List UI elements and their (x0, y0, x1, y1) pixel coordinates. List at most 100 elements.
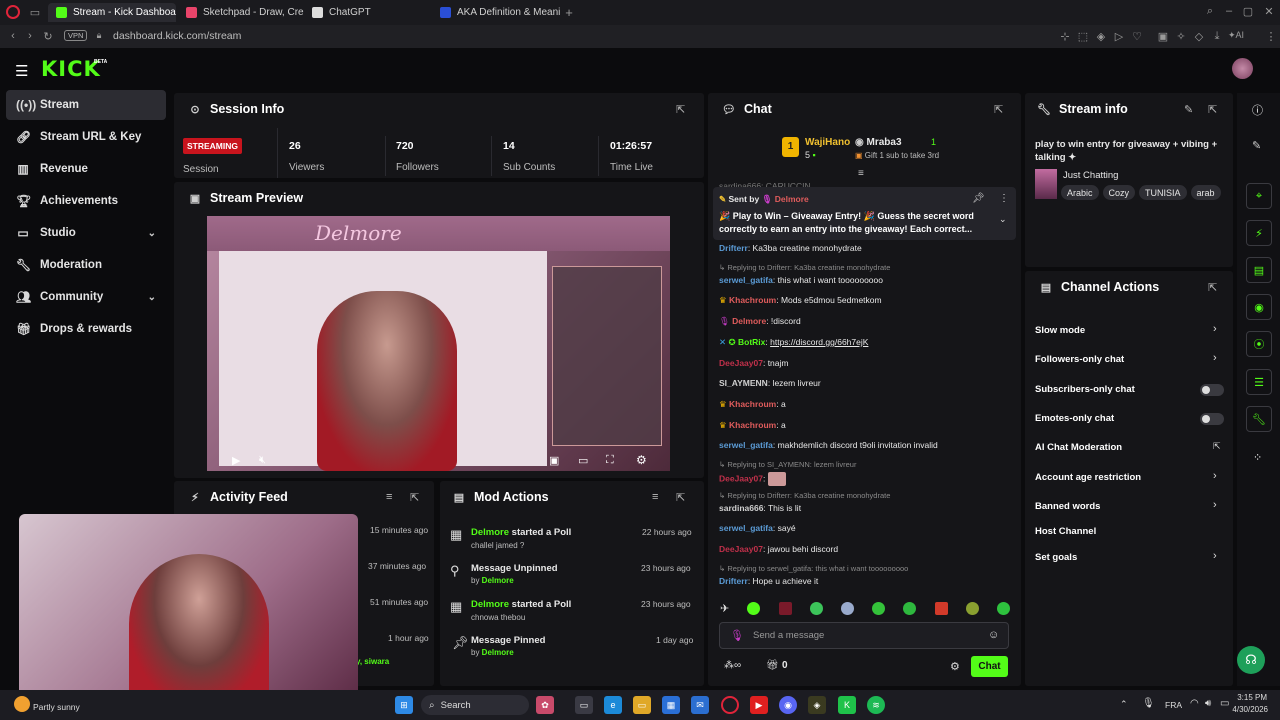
edit-pencil-icon[interactable]: ✎ (1252, 139, 1261, 152)
wrench-icon[interactable]: 🔧︎ (1246, 406, 1272, 432)
host-channel-label[interactable]: Host Channel (1035, 526, 1096, 537)
chat-username[interactable]: Khachroum (729, 399, 776, 409)
stream-category[interactable]: Just Chatting (1063, 170, 1118, 181)
support-headset-icon[interactable]: ☊ (1237, 646, 1265, 674)
emote-icon[interactable] (903, 601, 917, 615)
banned-words-label[interactable]: Banned words (1035, 501, 1100, 512)
sidebar-item-stream[interactable]: ((•)) Stream (6, 90, 166, 120)
play-icon[interactable]: ▶ (232, 454, 240, 467)
emote-icon[interactable] (809, 601, 823, 615)
set-goals-label[interactable]: Set goals (1035, 552, 1077, 563)
tab-chatgpt[interactable]: ChatGPT (304, 3, 432, 22)
emote-icon[interactable] (778, 601, 792, 615)
sidebar-item-studio[interactable]: ▭ Studio ⌄ (6, 218, 166, 248)
tag[interactable]: Cozy (1102, 185, 1136, 200)
hamburger-menu-icon[interactable]: ☰ (15, 62, 28, 80)
clock-date[interactable]: 4/30/2026 (1229, 705, 1268, 714)
chat-username[interactable]: Khachroum (729, 295, 776, 305)
tag[interactable]: arab (1190, 185, 1221, 200)
chat-link[interactable]: https://discord.gg/66h7ejK (770, 337, 868, 347)
chevron-right-icon[interactable]: › (1213, 550, 1217, 562)
chat-settings-gear-icon[interactable]: ⚙ (950, 660, 960, 673)
sidebar-item-community[interactable]: 👥︎ Community ⌄ (6, 282, 166, 312)
tag[interactable]: TUNISIA (1139, 185, 1187, 200)
sidebar-item-drops-rewards[interactable]: 🎁︎ Drops & rewards (6, 314, 166, 344)
collapse-icon[interactable]: ≡ (858, 168, 864, 179)
emote-icon[interactable] (872, 601, 886, 615)
chat-username[interactable]: serwel_gatifa (719, 440, 773, 450)
heart-icon[interactable]: ♡ (1130, 30, 1144, 43)
gifter-name[interactable]: Mraba3 (867, 137, 902, 148)
tray-chevron-icon[interactable]: ⌃ (1120, 699, 1128, 710)
download-icon[interactable]: ⤓ (1210, 30, 1224, 43)
ai-chat-moderation-label[interactable]: AI Chat Moderation (1035, 442, 1122, 453)
game-icon[interactable]: ◈ (808, 696, 826, 714)
chevron-right-icon[interactable]: › (1213, 352, 1217, 364)
menu-dots-icon[interactable]: ⋮ (1264, 30, 1278, 43)
taskbar-search-box[interactable]: ⌕ Search (421, 695, 529, 715)
clock-time[interactable]: 3:15 PM (1237, 693, 1267, 702)
pip-icon[interactable]: ▣ (549, 454, 559, 467)
emoji-icon[interactable]: ☺ (988, 629, 999, 641)
maximize-icon[interactable]: ▢ (1241, 5, 1255, 18)
chat-username[interactable]: Khachroum (729, 420, 776, 430)
kick-logo[interactable]: KICK (41, 57, 101, 81)
mod-user[interactable]: Delmore (471, 599, 509, 610)
mod-user[interactable]: Delmore (471, 527, 509, 538)
popout-icon[interactable]: ⇱ (410, 491, 419, 504)
chat-username[interactable]: sardina666 (719, 503, 763, 513)
tag[interactable]: Arabic (1061, 185, 1099, 200)
weather-label[interactable]: Partly sunny (33, 702, 80, 712)
chat-username[interactable]: DeeJaay07 (719, 544, 763, 554)
weather-sun-icon[interactable] (14, 696, 30, 712)
edit-pencil-icon[interactable]: ✎ (1184, 103, 1193, 116)
play-icon[interactable]: ▷ (1112, 30, 1126, 43)
sidebar-item-stream-url-key[interactable]: 🔗︎ Stream URL & Key (6, 122, 166, 152)
emote-icon[interactable] (965, 601, 979, 615)
server-icon[interactable]: ☰ (1246, 369, 1272, 395)
chat-send-button[interactable]: Chat (971, 656, 1008, 677)
task-view-icon[interactable]: ▭ (575, 696, 593, 714)
stream-video[interactable]: Delmore ▶ 🔇︎ ▣ ▭ ⛶ ⚙ (207, 216, 670, 471)
minimize-icon[interactable]: – (1222, 5, 1236, 17)
avatar[interactable] (1232, 58, 1253, 79)
store-icon[interactable]: ▦ (662, 696, 680, 714)
broadcast-icon[interactable]: ⦿ (1246, 331, 1272, 357)
category-thumbnail[interactable] (1035, 169, 1057, 199)
forward-icon[interactable]: › (23, 30, 37, 42)
extension-icon[interactable]: ▣ (1156, 30, 1170, 43)
slow-mode-label[interactable]: Slow mode (1035, 325, 1085, 336)
youtube-icon[interactable]: ▶ (750, 696, 768, 714)
chat-username[interactable]: SI_AYMENN (719, 378, 768, 388)
chat-username[interactable]: serwel_gatifa (719, 523, 773, 533)
pinned-message[interactable]: ✎ Sent by 🎙︎ Delmore 📌︎ ⋮ 🎉 Play to Win … (713, 187, 1016, 240)
chevron-right-icon[interactable]: › (1213, 499, 1217, 511)
chat-username[interactable]: BotRix (738, 337, 765, 347)
url-field[interactable]: dashboard.kick.com/stream (113, 30, 241, 42)
pinned-sender[interactable]: Delmore (775, 194, 809, 204)
chevron-right-icon[interactable]: › (1213, 470, 1217, 482)
outlook-icon[interactable]: ✉ (691, 696, 709, 714)
info-icon[interactable]: ⓘ (1252, 102, 1263, 118)
theater-icon[interactable]: ▭ (578, 454, 588, 467)
lightning-icon[interactable]: ⚡︎ (1246, 220, 1272, 246)
emote-picker-icon[interactable]: ✈ (720, 602, 729, 615)
filter-icon[interactable]: ≡ (386, 491, 392, 503)
external-link-icon[interactable]: ⇱ (1213, 441, 1221, 452)
back-icon[interactable]: ‹ (6, 30, 20, 42)
mute-icon[interactable]: 🔇︎ (259, 454, 266, 467)
chat-username[interactable]: DeeJaay07 (719, 473, 763, 483)
popout-icon[interactable]: ⇱ (1208, 281, 1217, 294)
apps-icon[interactable]: ⁘ (1253, 451, 1262, 464)
tab-aka-definition[interactable]: AKA Definition & Meaning (432, 3, 560, 22)
focus-icon[interactable]: ⌖ (1246, 183, 1272, 209)
close-window-icon[interactable]: ✕ (1262, 5, 1276, 18)
emote-icon[interactable] (840, 601, 854, 615)
pin-icon[interactable]: ⊹ (1058, 30, 1072, 43)
vpn-badge[interactable]: VPN (64, 30, 88, 41)
popout-icon[interactable]: ⇱ (994, 103, 1003, 116)
edge-icon[interactable]: e (604, 696, 622, 714)
puzzle-icon[interactable]: ✧ (1174, 30, 1188, 43)
settings-gear-icon[interactable]: ⚙ (636, 453, 647, 467)
chat-username[interactable]: Drifterr (719, 576, 748, 586)
